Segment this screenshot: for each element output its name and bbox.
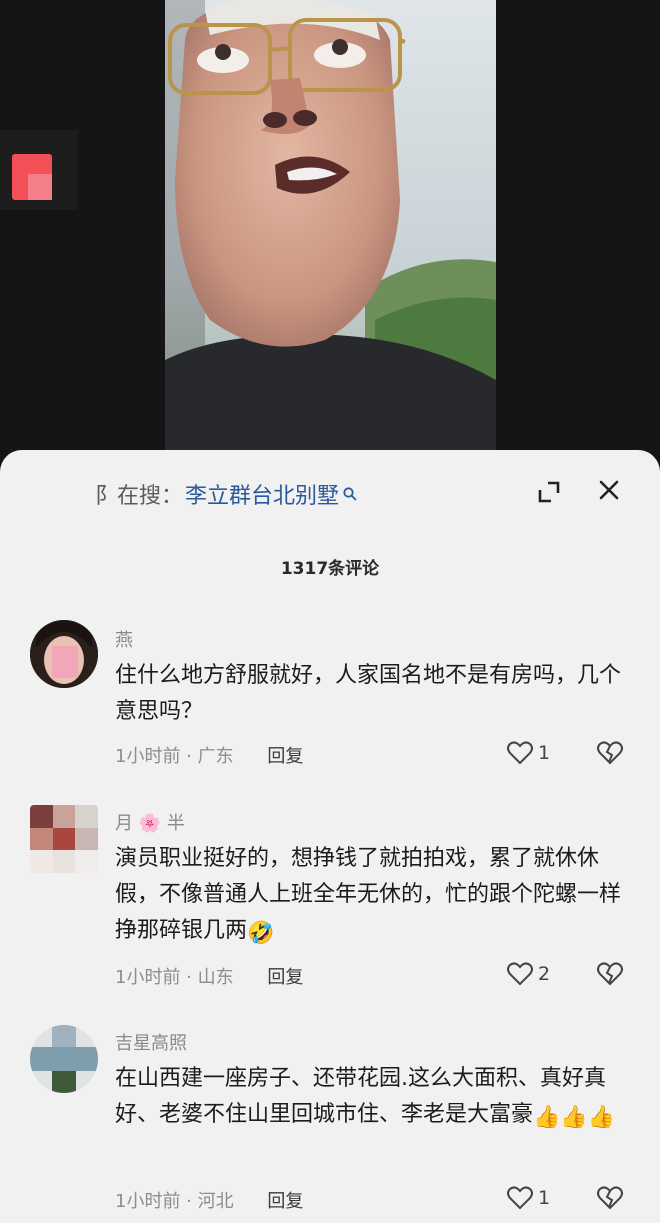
broken-heart-icon: [597, 962, 623, 986]
search-icon[interactable]: [342, 486, 358, 502]
side-thumbnail[interactable]: [0, 130, 78, 210]
avatar-image: [30, 805, 98, 873]
comment-username[interactable]: 吉星高照: [115, 1029, 187, 1055]
comment-meta: 1小时前 · 广东 回复: [115, 742, 303, 768]
avatar[interactable]: [30, 620, 98, 688]
comment-time-location: 1小时前 · 河北: [115, 1191, 234, 1212]
comment-text: 住什么地方舒服就好，人家国名地不是有房吗，几个意思吗？: [115, 663, 622, 724]
search-prefix: 阝在搜：: [95, 484, 184, 509]
close-button[interactable]: [594, 475, 624, 505]
comment-meta: 1小时前 · 河北 回复: [115, 1187, 303, 1213]
like-button[interactable]: 1: [506, 740, 550, 766]
avatar[interactable]: [30, 1025, 98, 1093]
like-count: 1: [538, 742, 551, 764]
heart-icon: [507, 1186, 533, 1210]
reply-button[interactable]: 回复: [267, 746, 303, 767]
video-frame[interactable]: [165, 0, 496, 450]
like-button[interactable]: 2: [506, 961, 550, 987]
comment-text: 在山西建一座房子、还带花园.这么大面积、真好真好、老婆不住山里回城市住、李老是大…: [115, 1061, 625, 1136]
rofl-emoji: 🤣: [247, 921, 275, 946]
video-area[interactable]: [0, 0, 660, 450]
heart-icon: [507, 741, 533, 765]
dislike-button[interactable]: [596, 740, 624, 770]
like-button[interactable]: 1: [506, 1185, 550, 1211]
dislike-button[interactable]: [596, 961, 624, 991]
broken-heart-icon: [597, 741, 623, 765]
comment-count: 1317条评论: [280, 559, 380, 579]
search-suggestion[interactable]: 阝在搜： 李立群台北别墅: [95, 475, 358, 513]
comment-text-body: 演员职业挺好的，想挣钱了就拍拍戏，累了就休休假，不像普通人上班全年无休的，忙的跟…: [115, 846, 622, 943]
broken-heart-icon: [597, 1186, 623, 1210]
dislike-button[interactable]: [596, 1185, 624, 1215]
comment-text: 演员职业挺好的，想挣钱了就拍拍戏，累了就休休假，不像普通人上班全年无休的，忙的跟…: [115, 841, 625, 952]
expand-button[interactable]: [534, 477, 564, 507]
reply-button[interactable]: 回复: [267, 1191, 303, 1212]
reply-button[interactable]: 回复: [267, 967, 303, 988]
heart-icon: [507, 962, 533, 986]
pink-square-decoration: [28, 174, 52, 200]
close-icon: [599, 480, 619, 500]
avatar-image: [30, 1025, 98, 1093]
man-with-glasses-video-frame: [165, 0, 496, 450]
comment-username[interactable]: 燕: [115, 626, 133, 652]
screen: 阝在搜： 李立群台北别墅 1317条评论 燕 住什么地方舒服就好，人家国名地不是…: [0, 0, 660, 1223]
comment-sheet: 阝在搜： 李立群台北别墅 1317条评论 燕 住什么地方舒服就好，人家国名地不是…: [0, 450, 660, 1223]
thumbs-up-emoji: 👍👍👍: [533, 1105, 616, 1130]
avatar[interactable]: [30, 805, 98, 873]
search-query-link[interactable]: 李立群台北别墅: [185, 478, 339, 510]
comment-time-location: 1小时前 · 山东: [115, 967, 234, 988]
comment-username[interactable]: 月 🌸 半: [115, 809, 185, 835]
like-count: 2: [538, 963, 551, 985]
comment-time-location: 1小时前 · 广东: [115, 746, 234, 767]
comment-meta: 1小时前 · 山东 回复: [115, 963, 303, 989]
like-count: 1: [538, 1187, 551, 1209]
expand-corner-icon: [538, 481, 560, 503]
avatar-image: [30, 620, 98, 688]
